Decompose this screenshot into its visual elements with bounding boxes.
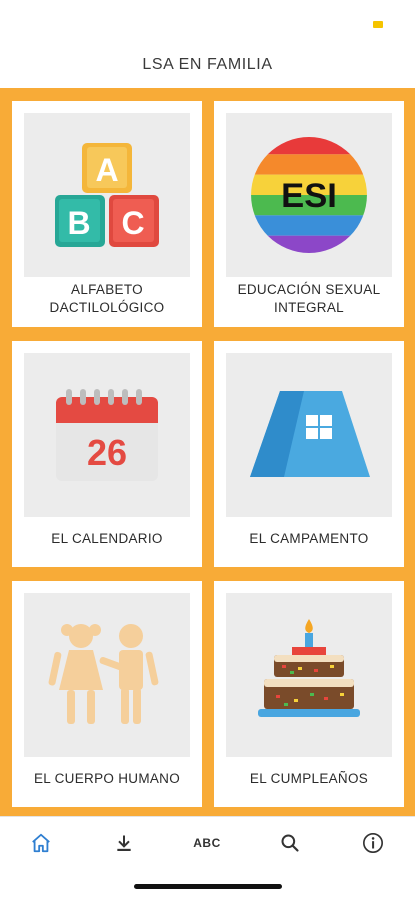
- status-indicator: [373, 21, 383, 28]
- category-label: EL CAMPAMENTO: [249, 531, 369, 546]
- category-thumbnail: A B C: [24, 113, 190, 277]
- status-bar: [0, 0, 415, 42]
- nav-home[interactable]: [11, 817, 71, 869]
- category-thumbnail: [24, 593, 190, 757]
- home-indicator: [134, 884, 282, 889]
- category-label: EL CUMPLEAÑOS: [249, 771, 369, 786]
- esi-badge: ESI: [281, 177, 337, 215]
- search-icon: [281, 834, 299, 852]
- category-thumbnail: [226, 593, 392, 757]
- category-label: EL CUERPO HUMANO: [33, 771, 181, 786]
- block-letter-c: C: [121, 205, 144, 241]
- nav-info[interactable]: [343, 817, 403, 869]
- children-icon: [48, 624, 159, 724]
- nav-alphabet[interactable]: ABC: [177, 817, 237, 869]
- app-header: LSA EN FAMILIA: [0, 42, 415, 88]
- info-icon: [363, 833, 383, 853]
- category-label: EL CALENDARIO: [51, 531, 163, 546]
- nav-abc-label: ABC: [193, 836, 221, 850]
- birthday-cake-icon: [258, 619, 360, 717]
- category-label: EDUCACIÓN SEXUAL INTEGRAL: [237, 282, 381, 315]
- category-thumbnail: 26: [24, 353, 190, 517]
- calendar-day: 26: [87, 432, 127, 473]
- category-grid: A B C ALFABETO DACTILOLÓGICO ESI EDUCACI…: [0, 88, 415, 816]
- esi-rainbow-icon: ESI: [251, 137, 367, 253]
- home-icon: [32, 833, 50, 853]
- calendar-icon: 26: [56, 389, 158, 481]
- category-card-esi[interactable]: ESI EDUCACIÓN SEXUAL INTEGRAL: [214, 101, 404, 327]
- block-letter-a: A: [95, 152, 118, 188]
- category-card-campamento[interactable]: EL CAMPAMENTO: [214, 341, 404, 567]
- category-card-calendario[interactable]: 26 EL CALENDARIO: [12, 341, 202, 567]
- page-title: LSA EN FAMILIA: [142, 56, 273, 73]
- category-label: ALFABETO DACTILOLÓGICO: [49, 282, 165, 315]
- category-thumbnail: [226, 353, 392, 517]
- abc-blocks-icon: A B C: [55, 143, 159, 247]
- nav-search[interactable]: [260, 817, 320, 869]
- category-thumbnail: ESI: [226, 113, 392, 277]
- bottom-nav: ABC: [0, 816, 415, 869]
- category-card-cuerpo-humano[interactable]: EL CUERPO HUMANO: [12, 581, 202, 807]
- download-icon: [117, 835, 131, 851]
- block-letter-b: B: [67, 205, 90, 241]
- category-card-alfabeto[interactable]: A B C ALFABETO DACTILOLÓGICO: [12, 101, 202, 327]
- nav-download[interactable]: [94, 817, 154, 869]
- category-card-cumpleanos[interactable]: EL CUMPLEAÑOS: [214, 581, 404, 807]
- tent-icon: [250, 391, 370, 477]
